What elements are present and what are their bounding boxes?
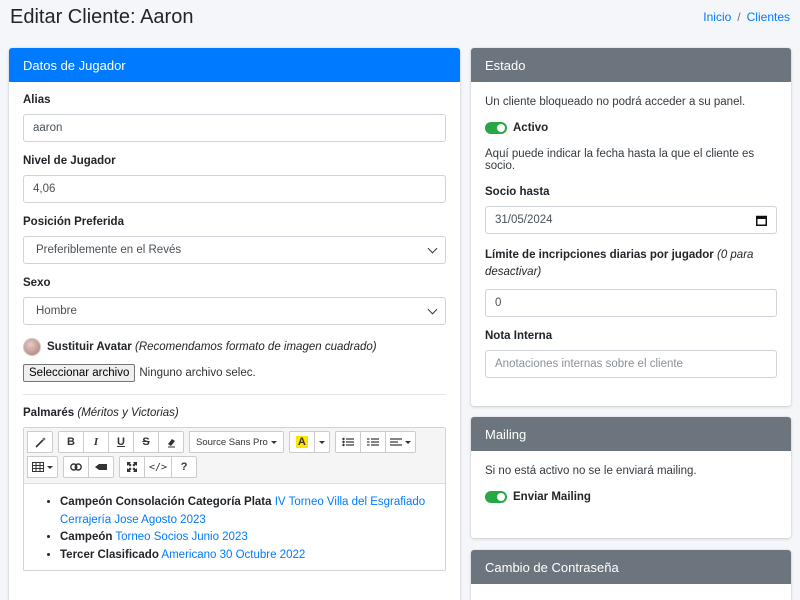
player-data-header: Datos de Jugador [9, 48, 460, 82]
avatar-hint: (Recomendamos formato de imagen cuadrado… [134, 341, 377, 354]
code-view-icon[interactable]: </> [144, 456, 173, 478]
eraser-icon[interactable] [158, 431, 184, 453]
blocked-text: Un cliente bloqueado no podrá acceder a … [485, 96, 746, 108]
alias-input[interactable]: aaron [23, 114, 446, 142]
underline-icon[interactable]: U [108, 431, 134, 453]
select-file-button[interactable]: Seleccionar archivo [23, 364, 136, 382]
level-label: Nivel de Jugador [23, 155, 116, 167]
mailing-card: Mailing Si no está activo no se le envia… [471, 417, 791, 538]
breadcrumb: Inicio / Clientes [703, 10, 790, 24]
editor-toolbar: B I U S Source Sans Pro A </> ? [24, 428, 445, 484]
position-select[interactable]: Preferiblemente en el Revés [23, 236, 446, 264]
avatar [23, 338, 41, 356]
chevron-down-icon [427, 243, 438, 253]
list-item: Campeón Consolación Categoría Plata IV T… [60, 494, 435, 529]
mailing-header: Mailing [471, 417, 791, 451]
limit-input[interactable]: 0 [485, 289, 777, 317]
mailing-text: Si no está activo no se le enviará maili… [485, 465, 697, 477]
alias-label: Alias [23, 94, 51, 106]
list-item: Tercer Clasificado Americano 30 Octubre … [60, 547, 435, 565]
palmares-link[interactable]: Torneo Socios Junio 2023 [115, 531, 247, 543]
video-icon[interactable] [88, 456, 114, 478]
color-dropdown-icon[interactable] [313, 431, 330, 453]
mailing-switch-label: Enviar Mailing [513, 491, 591, 503]
avatar-row: Sustituir Avatar (Recomendamos formato d… [23, 338, 446, 356]
note-label: Nota Interna [485, 330, 553, 342]
calendar-icon[interactable] [756, 215, 767, 226]
bold-icon[interactable]: B [58, 431, 84, 453]
position-label: Posición Preferida [23, 216, 124, 228]
list-item: Campeón Torneo Socios Junio 2023 [60, 529, 435, 547]
link-icon[interactable] [63, 456, 89, 478]
help-icon[interactable]: ? [171, 456, 198, 478]
file-status: Ninguno archivo selec. [139, 367, 256, 379]
active-label: Activo [513, 122, 549, 134]
limit-label: Límite de incripciones diarias por jugad… [485, 249, 754, 278]
table-icon[interactable] [27, 456, 58, 478]
password-header: Cambio de Contraseña [471, 550, 791, 584]
palmares-editor: B I U S Source Sans Pro A </> ? • Campeó… [23, 427, 446, 571]
breadcrumb-separator: / [737, 10, 741, 24]
player-data-card: Datos de Jugador Alias aaron Nivel de Ju… [9, 48, 460, 600]
breadcrumb-inicio[interactable]: Inicio [703, 10, 731, 24]
page-title: Editar Cliente: Aaron [10, 6, 194, 28]
socio-label: Socio hasta [485, 186, 550, 198]
fullscreen-icon[interactable] [119, 456, 145, 478]
file-row: Seleccionar archivo Ninguno archivo selec… [23, 364, 446, 382]
highlight-color-icon[interactable]: A [288, 431, 315, 453]
palmares-label: Palmarés (Méritos y Victorias) [23, 407, 179, 419]
level-input[interactable]: 4,06 [23, 175, 446, 203]
magic-wand-icon[interactable] [27, 431, 53, 453]
breadcrumb-clientes[interactable]: Clientes [747, 10, 790, 24]
chevron-down-icon [427, 304, 438, 314]
active-toggle[interactable] [485, 122, 507, 134]
mailing-switch-row: Enviar Mailing [485, 491, 777, 503]
note-input[interactable]: Anotaciones internas sobre el cliente [485, 350, 777, 378]
strikethrough-icon[interactable]: S [133, 431, 159, 453]
font-family-dropdown[interactable]: Source Sans Pro [189, 431, 284, 453]
estado-card: Estado Un cliente bloqueado no podrá acc… [471, 48, 791, 406]
password-card: Cambio de Contraseña [471, 550, 791, 600]
sex-select[interactable]: Hombre [23, 297, 446, 325]
ordered-list-icon[interactable] [359, 431, 386, 453]
socio-date-input[interactable]: 31/05/2024 [485, 206, 777, 234]
mailing-toggle[interactable] [485, 491, 507, 503]
italic-icon[interactable]: I [83, 431, 109, 453]
estado-header: Estado [471, 48, 791, 82]
palmares-list[interactable]: Campeón Consolación Categoría Plata IV T… [24, 484, 445, 570]
palmares-link[interactable]: Americano 30 Octubre 2022 [161, 549, 305, 561]
divider [23, 394, 446, 395]
socio-text: Aquí puede indicar la fecha hasta la que… [485, 148, 755, 172]
align-dropdown-icon[interactable] [384, 431, 416, 453]
unordered-list-icon[interactable] [334, 431, 361, 453]
sex-label: Sexo [23, 277, 51, 289]
active-switch-row: Activo [485, 122, 777, 134]
avatar-label: Sustituir Avatar [47, 341, 132, 354]
